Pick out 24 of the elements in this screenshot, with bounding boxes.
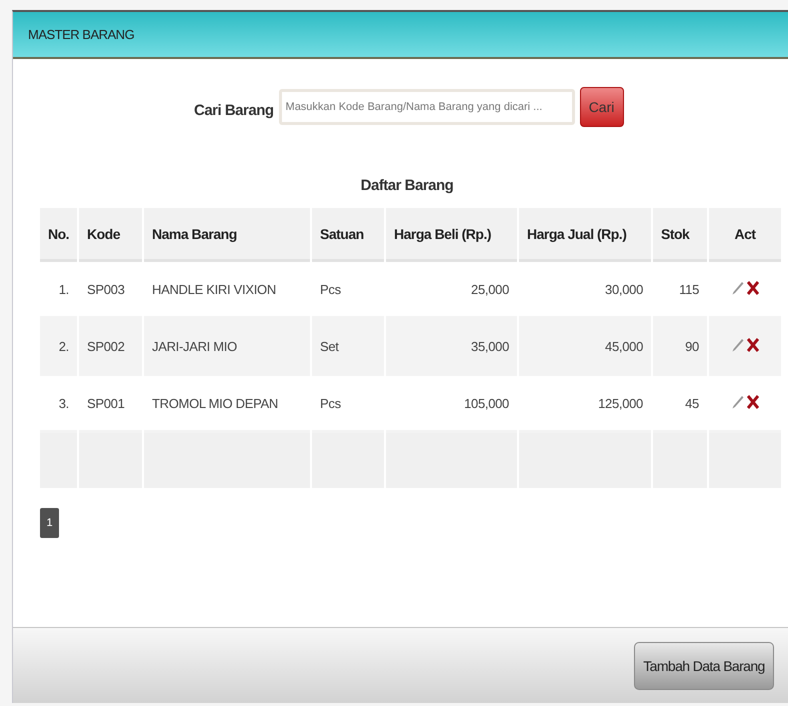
column-header: Nama Barang [144,208,310,262]
column-header: Stok [653,208,707,262]
delete-icon[interactable] [746,338,758,352]
table-cell: SP002 [79,319,142,376]
column-header: Harga Beli (Rp.) [386,208,517,262]
search-label: Cari Barang [194,102,274,118]
table-cell: Set [312,319,384,376]
panel-title: MASTER BARANG [28,27,134,42]
table-cell: 45,000 [519,319,651,376]
search-field[interactable]: Masukkan Kode Barang/Nama Barang yang dicari ... [278,89,575,125]
add-item-button[interactable]: Tambah Data Barang [634,642,774,690]
delete-icon[interactable] [746,394,758,408]
delete-icon[interactable] [746,280,758,294]
table-cell: JARI-JARI MIO [144,319,310,376]
column-header: Act [709,208,781,262]
column-header: Satuan [312,208,384,262]
column-header: Harga Jual (Rp.) [519,208,651,262]
table-cell: 35,000 [386,319,517,376]
table-title: Daftar Barang [360,177,454,194]
table-cell: 90 [653,319,707,376]
page-button[interactable]: 1 [40,508,59,538]
table-cell: 2. [40,319,77,376]
column-header: No. [40,208,77,262]
column-header: Kode [79,208,142,262]
